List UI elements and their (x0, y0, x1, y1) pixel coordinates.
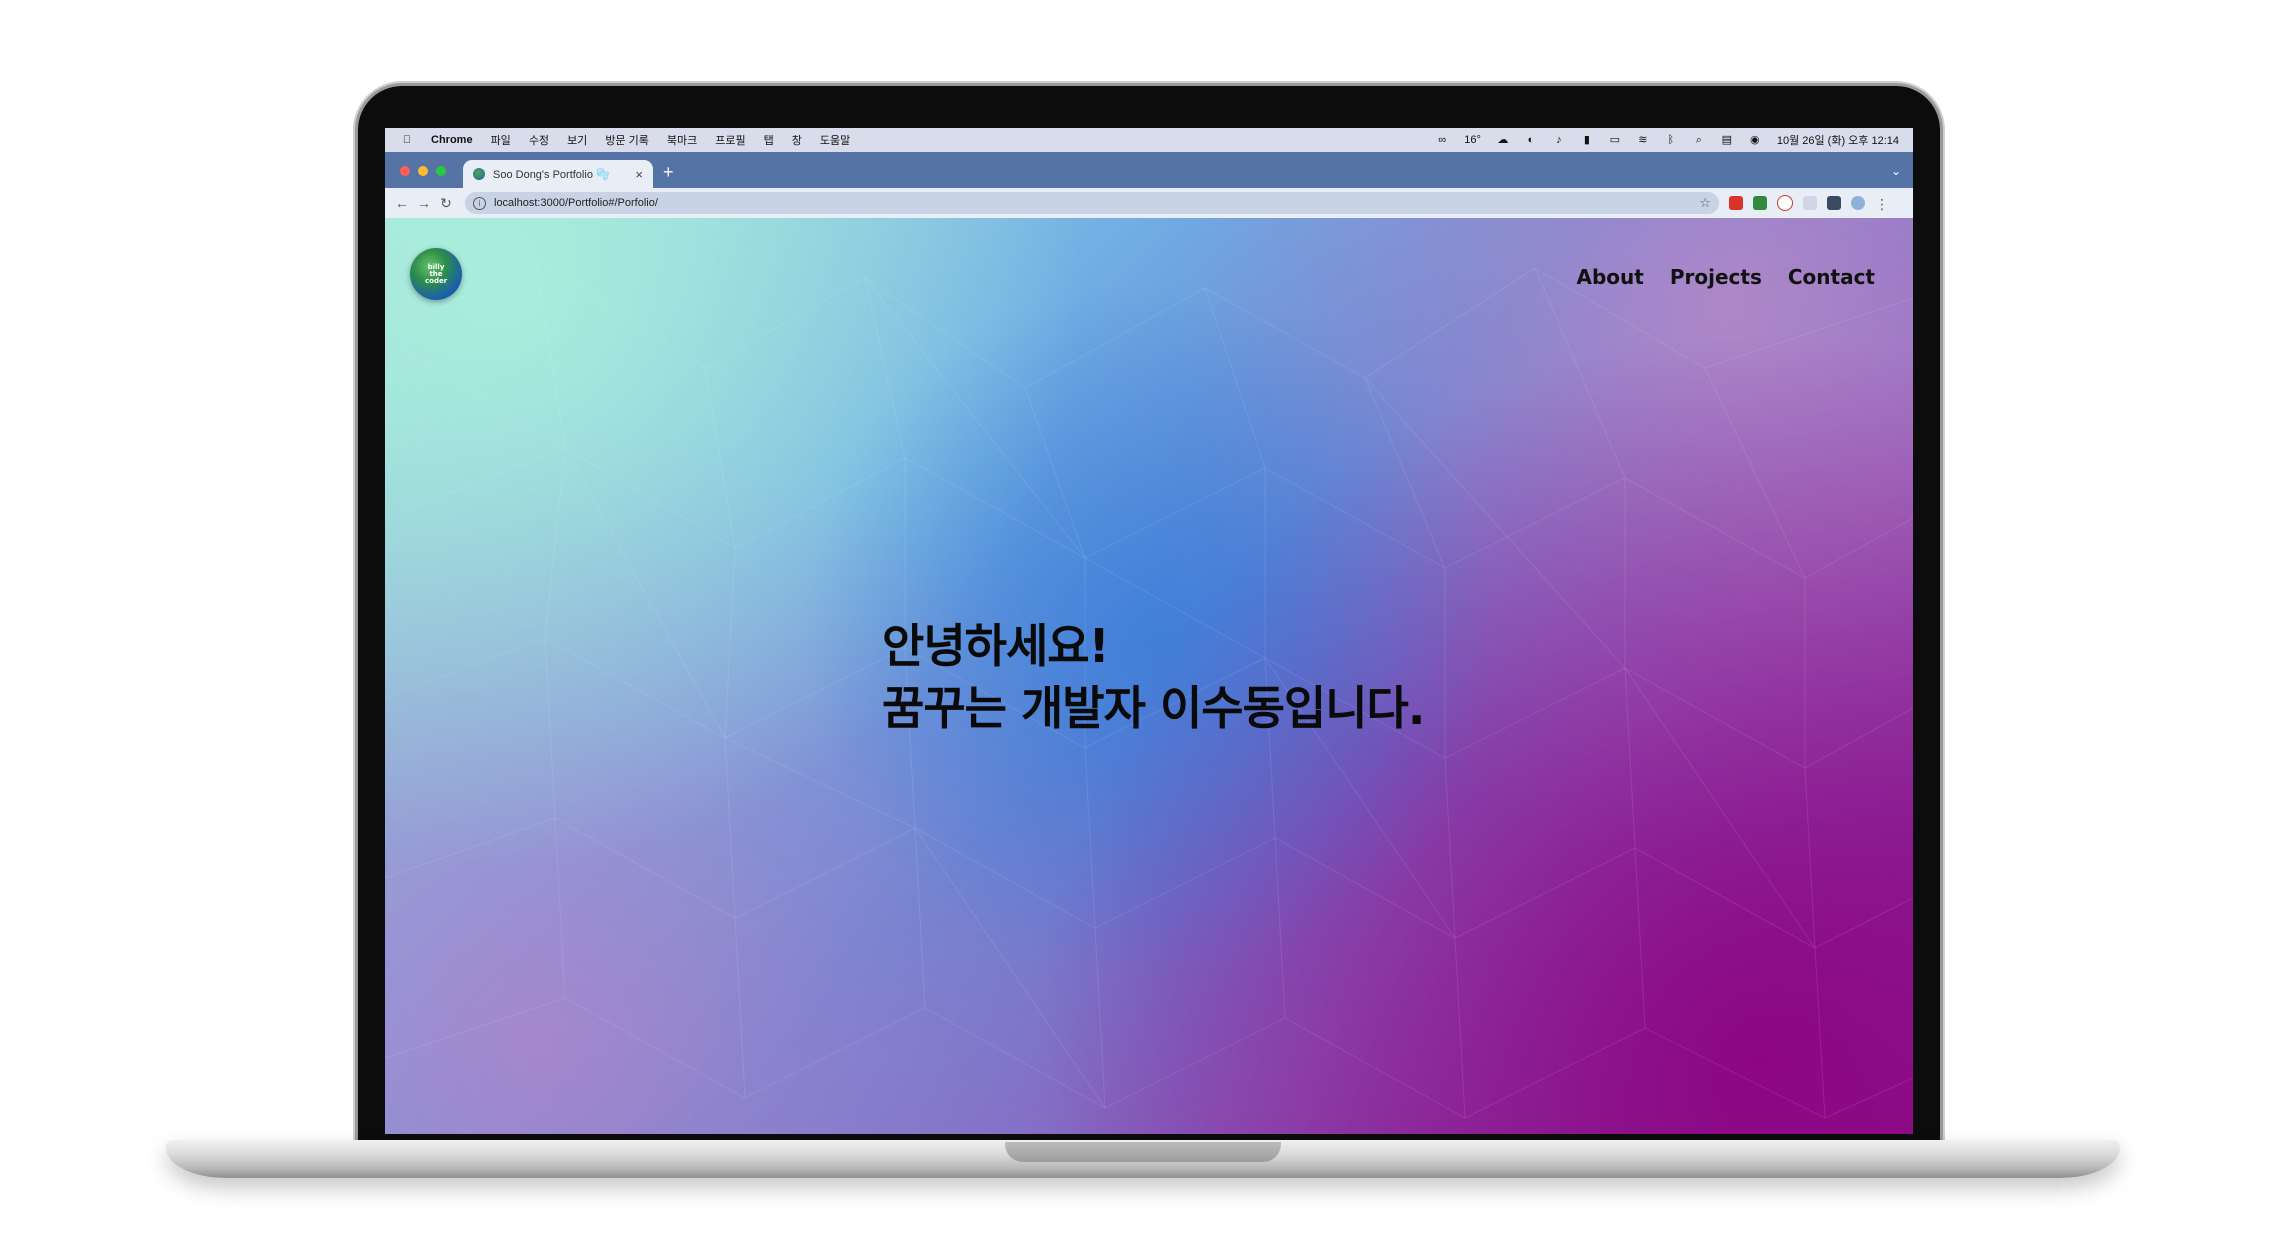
info-icon[interactable]: i (473, 196, 486, 210)
tab-title: Soo Dong's Portfolio 🫧 (493, 168, 610, 181)
bell-icon[interactable]: ♪ (1553, 134, 1565, 146)
extensions-area: ⋮ (1729, 195, 1889, 212)
puzzle-extensions-icon[interactable] (1827, 196, 1841, 210)
menu-tab[interactable]: 탭 (764, 132, 774, 148)
new-tab-button[interactable]: + (663, 163, 674, 181)
hero-greeting: 안녕하세요! (882, 619, 1110, 673)
logo-text: billy the coder (425, 262, 448, 285)
control-center-icon[interactable]: ▤ (1721, 134, 1733, 146)
search-icon[interactable]: ⌕ (1693, 134, 1705, 146)
apple-icon[interactable]:  (401, 134, 413, 146)
contrast-icon[interactable]: ◐ (1525, 134, 1537, 146)
weather-temperature[interactable]: 16° (1464, 134, 1481, 146)
site-logo[interactable]: billy the coder (410, 248, 462, 300)
siri-icon[interactable]: ◉ (1749, 134, 1761, 146)
browser-tab-strip: Soo Dong's Portfolio 🫧 × + ⌄ (385, 152, 1913, 188)
menu-profile[interactable]: 프로필 (715, 132, 745, 148)
menu-bookmarks[interactable]: 북마크 (667, 132, 697, 148)
more-menu-icon[interactable]: ⋮ (1875, 196, 1889, 212)
glasses-icon[interactable]: ∞ (1436, 134, 1448, 146)
menu-view[interactable]: 보기 (567, 132, 587, 148)
browser-toolbar: ← → ↻ i localhost:3000/Portfolio#/Porfol… (385, 188, 1913, 218)
globe-favicon-icon (473, 168, 485, 180)
bookmark-star-icon[interactable]: ☆ (1699, 195, 1711, 211)
hero-heading: 안녕하세요! 꿈꾸는 개발자 이수동입니다. (882, 615, 1425, 739)
menu-help[interactable]: 도움말 (820, 132, 850, 148)
extension-grey-icon[interactable] (1803, 196, 1817, 210)
active-tab[interactable]: Soo Dong's Portfolio 🫧 × (463, 160, 653, 188)
cloud-icon[interactable]: ☁ (1497, 134, 1509, 146)
menu-history[interactable]: 방문 기록 (605, 132, 649, 148)
chevron-down-icon[interactable]: ⌄ (1891, 164, 1901, 178)
nav-about[interactable]: About (1577, 265, 1644, 289)
laptop-notch (1005, 1142, 1281, 1162)
battery-menu-icon[interactable]: ▮ (1581, 134, 1593, 146)
bluetooth-icon[interactable]: ᛒ (1665, 134, 1677, 146)
laptop-screen:  Chrome 파일 수정 보기 방문 기록 북마크 프로필 탭 창 도움말 … (385, 128, 1913, 1134)
wifi-icon[interactable]: ≋ (1637, 134, 1649, 146)
nav-contact[interactable]: Contact (1788, 265, 1875, 289)
keyboard-icon[interactable]: ▭ (1609, 134, 1621, 146)
close-tab-icon[interactable]: × (635, 167, 643, 182)
extension-red-icon[interactable] (1729, 196, 1743, 210)
menu-window[interactable]: 창 (792, 132, 802, 148)
close-window-button[interactable] (400, 166, 410, 176)
address-url[interactable]: localhost:3000/Portfolio#/Porfolio/ (494, 197, 658, 209)
back-arrow-icon[interactable]: ← (391, 195, 413, 211)
portfolio-page: billy the coder About Projects Contact 안… (385, 218, 1913, 1134)
menu-file[interactable]: 파일 (491, 132, 511, 148)
menu-app-name[interactable]: Chrome (431, 134, 473, 146)
hero-intro: 꿈꾸는 개발자 이수동입니다. (882, 681, 1425, 735)
profile-avatar-icon[interactable] (1851, 196, 1865, 210)
site-nav: About Projects Contact (1577, 265, 1876, 289)
zoom-window-button[interactable] (436, 166, 446, 176)
forward-arrow-icon[interactable]: → (413, 195, 435, 211)
menu-datetime[interactable]: 10월 26일 (화) 오후 12:14 (1777, 132, 1899, 148)
nav-projects[interactable]: Projects (1670, 265, 1762, 289)
extension-profile-icon[interactable] (1777, 195, 1793, 211)
reload-icon[interactable]: ↻ (435, 195, 457, 212)
window-controls (400, 166, 446, 176)
address-bar[interactable]: i localhost:3000/Portfolio#/Porfolio/ ☆ (465, 192, 1719, 214)
macos-menu-bar:  Chrome 파일 수정 보기 방문 기록 북마크 프로필 탭 창 도움말 … (385, 128, 1913, 152)
minimize-window-button[interactable] (418, 166, 428, 176)
menu-edit[interactable]: 수정 (529, 132, 549, 148)
extension-green-icon[interactable] (1753, 196, 1767, 210)
